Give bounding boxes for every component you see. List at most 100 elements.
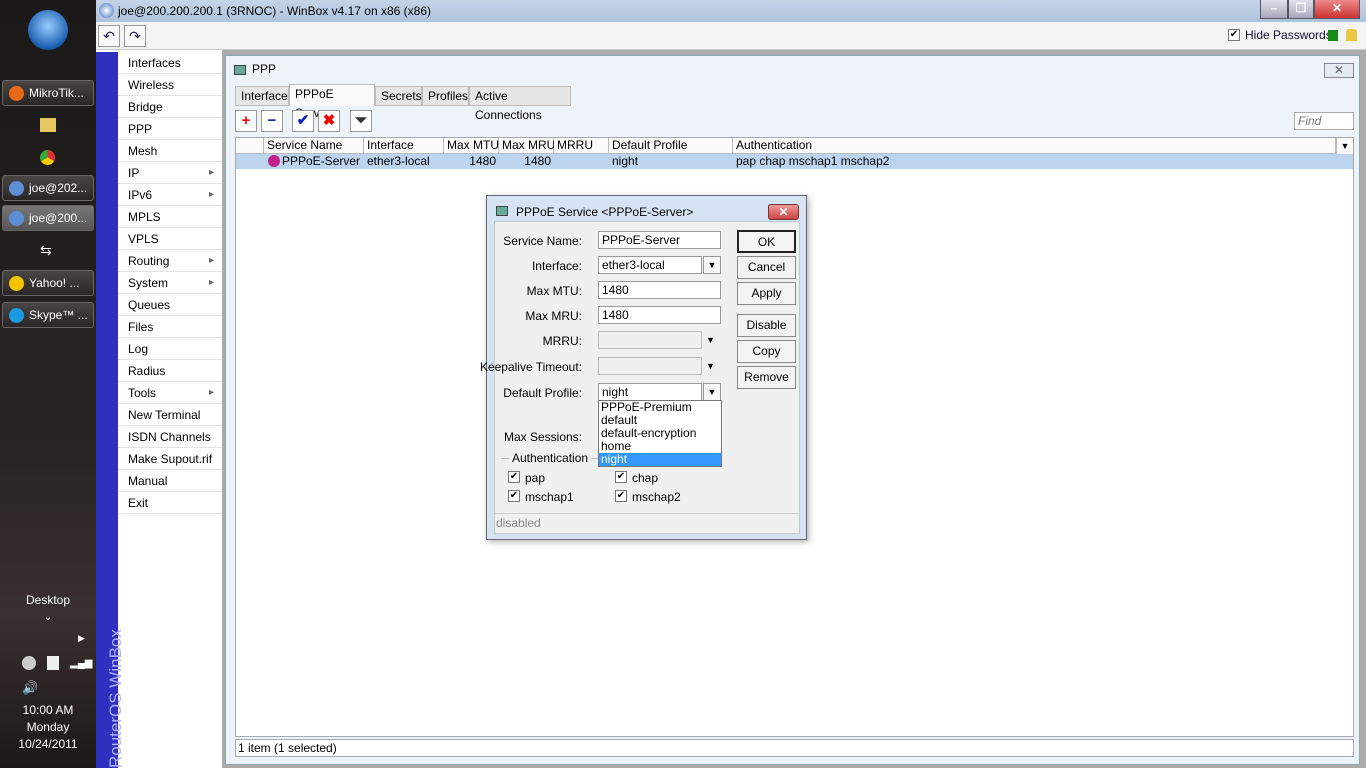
column-header-max-mtu[interactable]: Max MTU bbox=[444, 138, 499, 154]
menu-item-label: Routing bbox=[128, 254, 170, 268]
chrome-icon[interactable] bbox=[40, 150, 55, 165]
remove-button[interactable]: − bbox=[261, 110, 283, 132]
enable-button[interactable]: ✔ bbox=[292, 110, 314, 132]
switch-windows-icon[interactable]: ⇆ bbox=[40, 242, 52, 259]
close-button[interactable]: ✕ bbox=[1314, 0, 1360, 19]
menu-item-radius[interactable]: Radius bbox=[118, 360, 222, 382]
hide-passwords-checkbox[interactable]: ✔ bbox=[1228, 29, 1240, 41]
column-menu-icon[interactable]: ▼ bbox=[1336, 138, 1353, 154]
ppp-close-button[interactable]: ✕ bbox=[1324, 63, 1354, 78]
submenu-arrow-icon: ▸ bbox=[208, 255, 214, 266]
find-input[interactable] bbox=[1294, 112, 1354, 130]
profile-option[interactable]: night bbox=[599, 453, 721, 466]
service-name-input[interactable]: PPPoE-Server bbox=[598, 231, 721, 249]
taskbar-button-skype[interactable]: Skype™ ... bbox=[2, 302, 94, 328]
mschap2-checkbox[interactable]: ✔ bbox=[615, 490, 627, 502]
expand-arrow-icon[interactable]: ▼ bbox=[706, 335, 715, 345]
mrru-input[interactable] bbox=[598, 331, 702, 349]
tab-secrets[interactable]: Secrets bbox=[375, 86, 422, 106]
default-profile-select[interactable]: night bbox=[598, 383, 702, 401]
tab-active-connections[interactable]: Active Connections bbox=[469, 86, 571, 122]
explorer-icon[interactable] bbox=[40, 118, 56, 132]
interface-select[interactable]: ether3-local bbox=[598, 256, 702, 274]
max-mtu-input[interactable]: 1480 bbox=[598, 281, 721, 299]
volume-icon[interactable]: 🔊 bbox=[22, 680, 38, 696]
pap-checkbox[interactable]: ✔ bbox=[508, 471, 520, 483]
mschap1-checkbox[interactable]: ✔ bbox=[508, 490, 520, 502]
taskbar-button-yahoo[interactable]: Yahoo! ... bbox=[2, 270, 94, 296]
menu-item-tools[interactable]: Tools ▸ bbox=[118, 382, 222, 404]
filter-button[interactable]: ⏷ bbox=[350, 110, 372, 132]
menu-item-label: ISDN Channels bbox=[128, 430, 211, 444]
copy-button[interactable]: Copy bbox=[737, 340, 796, 363]
disable-button[interactable]: Disable bbox=[737, 314, 796, 337]
taskbar-button-winbox-2[interactable]: joe@200... bbox=[2, 205, 94, 231]
menu-item-new-terminal[interactable]: New Terminal bbox=[118, 404, 222, 426]
menu-item-mesh[interactable]: Mesh bbox=[118, 140, 222, 162]
window-title: joe@200.200.200.1 (3RNOC) - WinBox v4.17… bbox=[118, 4, 432, 18]
power-icon[interactable] bbox=[47, 656, 59, 670]
dropdown-arrow-icon[interactable]: ▼ bbox=[703, 383, 721, 401]
add-button[interactable]: + bbox=[235, 110, 257, 132]
menu-item-interfaces[interactable]: Interfaces bbox=[118, 52, 222, 74]
column-header-default-profile[interactable]: Default Profile bbox=[609, 138, 733, 154]
menu-item-isdn-channels[interactable]: ISDN Channels bbox=[118, 426, 222, 448]
menu-item-mpls[interactable]: MPLS bbox=[118, 206, 222, 228]
menu-item-files[interactable]: Files bbox=[118, 316, 222, 338]
tab-pppoe-servers[interactable]: PPPoE Servers bbox=[289, 84, 375, 120]
tab-interface[interactable]: Interface bbox=[235, 86, 289, 106]
menu-item-wireless[interactable]: Wireless bbox=[118, 74, 222, 96]
menu-item-exit[interactable]: Exit bbox=[118, 492, 222, 514]
mrru-label: MRRU: bbox=[542, 334, 582, 348]
start-button[interactable] bbox=[28, 10, 68, 50]
chap-checkbox[interactable]: ✔ bbox=[615, 471, 627, 483]
default-profile-label: Default Profile: bbox=[503, 386, 582, 400]
column-header-authentication[interactable]: Authentication bbox=[733, 138, 1336, 154]
expand-arrow-icon[interactable]: ▼ bbox=[706, 361, 715, 371]
clock-time[interactable]: 10:00 AM bbox=[0, 703, 96, 717]
signal-icon[interactable]: ▂▄▆ bbox=[70, 658, 92, 669]
ok-button[interactable]: OK bbox=[737, 230, 796, 253]
column-header-interface[interactable]: Interface bbox=[364, 138, 444, 154]
disable-button[interactable]: ✖ bbox=[318, 110, 340, 132]
column-header-mrru[interactable]: MRRU bbox=[554, 138, 609, 154]
menu-item-ipv6[interactable]: IPv6 ▸ bbox=[118, 184, 222, 206]
desktop-label[interactable]: Desktop bbox=[0, 593, 96, 607]
skype-icon bbox=[9, 308, 24, 323]
menu-item-make-supout-rif[interactable]: Make Supout.rif bbox=[118, 448, 222, 470]
table-cell: night bbox=[612, 154, 639, 168]
dialog-close-button[interactable]: ✕ bbox=[768, 204, 799, 220]
dropdown-arrow-icon[interactable]: ▼ bbox=[703, 256, 721, 274]
tab-profiles[interactable]: Profiles bbox=[422, 86, 469, 106]
tray-expand-icon[interactable]: ▶ bbox=[78, 633, 85, 644]
menu-item-system[interactable]: System ▸ bbox=[118, 272, 222, 294]
max-mru-input[interactable]: 1480 bbox=[598, 306, 721, 324]
column-header-service-name[interactable]: Service Name bbox=[264, 138, 364, 154]
menu-item-manual[interactable]: Manual bbox=[118, 470, 222, 492]
taskbar-button-mikrotik[interactable]: MikroTik... bbox=[2, 80, 94, 106]
chevron-down-icon[interactable]: ⌄ bbox=[0, 612, 96, 623]
menu-item-log[interactable]: Log bbox=[118, 338, 222, 360]
menu-item-vpls[interactable]: VPLS bbox=[118, 228, 222, 250]
menu-item-ip[interactable]: IP ▸ bbox=[118, 162, 222, 184]
keepalive-input[interactable] bbox=[598, 357, 702, 375]
minimize-button[interactable]: – bbox=[1260, 0, 1288, 19]
status-bar: 1 item (1 selected) bbox=[235, 739, 1354, 757]
lock-icon bbox=[1346, 29, 1357, 41]
menu-item-ppp[interactable]: PPP bbox=[118, 118, 222, 140]
remove-button[interactable]: Remove bbox=[737, 366, 796, 389]
mschap1-label: mschap1 bbox=[525, 490, 574, 504]
maximize-button[interactable]: ❐ bbox=[1288, 0, 1314, 19]
winbox-icon bbox=[99, 3, 114, 18]
column-header-max-mru[interactable]: Max MRU bbox=[499, 138, 555, 154]
menu-item-bridge[interactable]: Bridge bbox=[118, 96, 222, 118]
menu-item-label: VPLS bbox=[128, 232, 159, 246]
redo-button[interactable]: ↷ bbox=[124, 25, 146, 47]
messenger-tray-icon[interactable] bbox=[22, 656, 36, 670]
menu-item-routing[interactable]: Routing ▸ bbox=[118, 250, 222, 272]
undo-button[interactable]: ↶ bbox=[98, 25, 120, 47]
menu-item-queues[interactable]: Queues bbox=[118, 294, 222, 316]
taskbar-button-winbox-1[interactable]: joe@202... bbox=[2, 175, 94, 201]
apply-button[interactable]: Apply bbox=[737, 282, 796, 305]
cancel-button[interactable]: Cancel bbox=[737, 256, 796, 279]
